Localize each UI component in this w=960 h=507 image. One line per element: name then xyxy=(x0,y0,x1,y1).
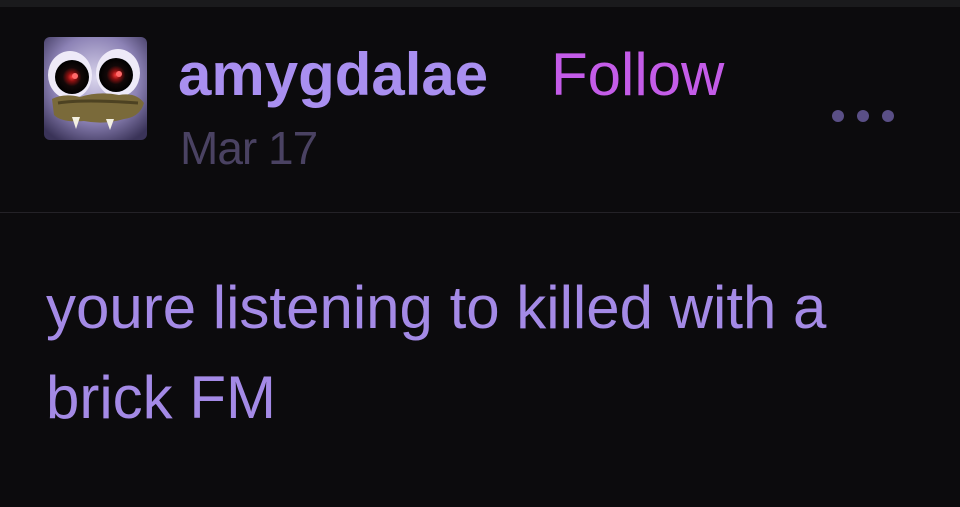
follow-button[interactable]: Follow xyxy=(551,40,724,110)
post-header: amygdalae Follow Mar 17 xyxy=(0,7,960,212)
ellipsis-icon xyxy=(857,110,869,122)
ellipsis-icon xyxy=(882,110,894,122)
avatar[interactable] xyxy=(44,37,147,140)
more-options-button[interactable] xyxy=(832,103,894,129)
post-card: amygdalae Follow Mar 17 youre listening … xyxy=(0,7,960,507)
ellipsis-icon xyxy=(832,110,844,122)
avatar-creature-icon xyxy=(44,37,147,140)
header-divider xyxy=(0,212,960,213)
top-strip xyxy=(0,0,960,7)
username-link[interactable]: amygdalae xyxy=(178,40,488,110)
post-date: Mar 17 xyxy=(180,122,318,174)
post-body-text: youre listening to killed with a brick F… xyxy=(46,274,827,431)
